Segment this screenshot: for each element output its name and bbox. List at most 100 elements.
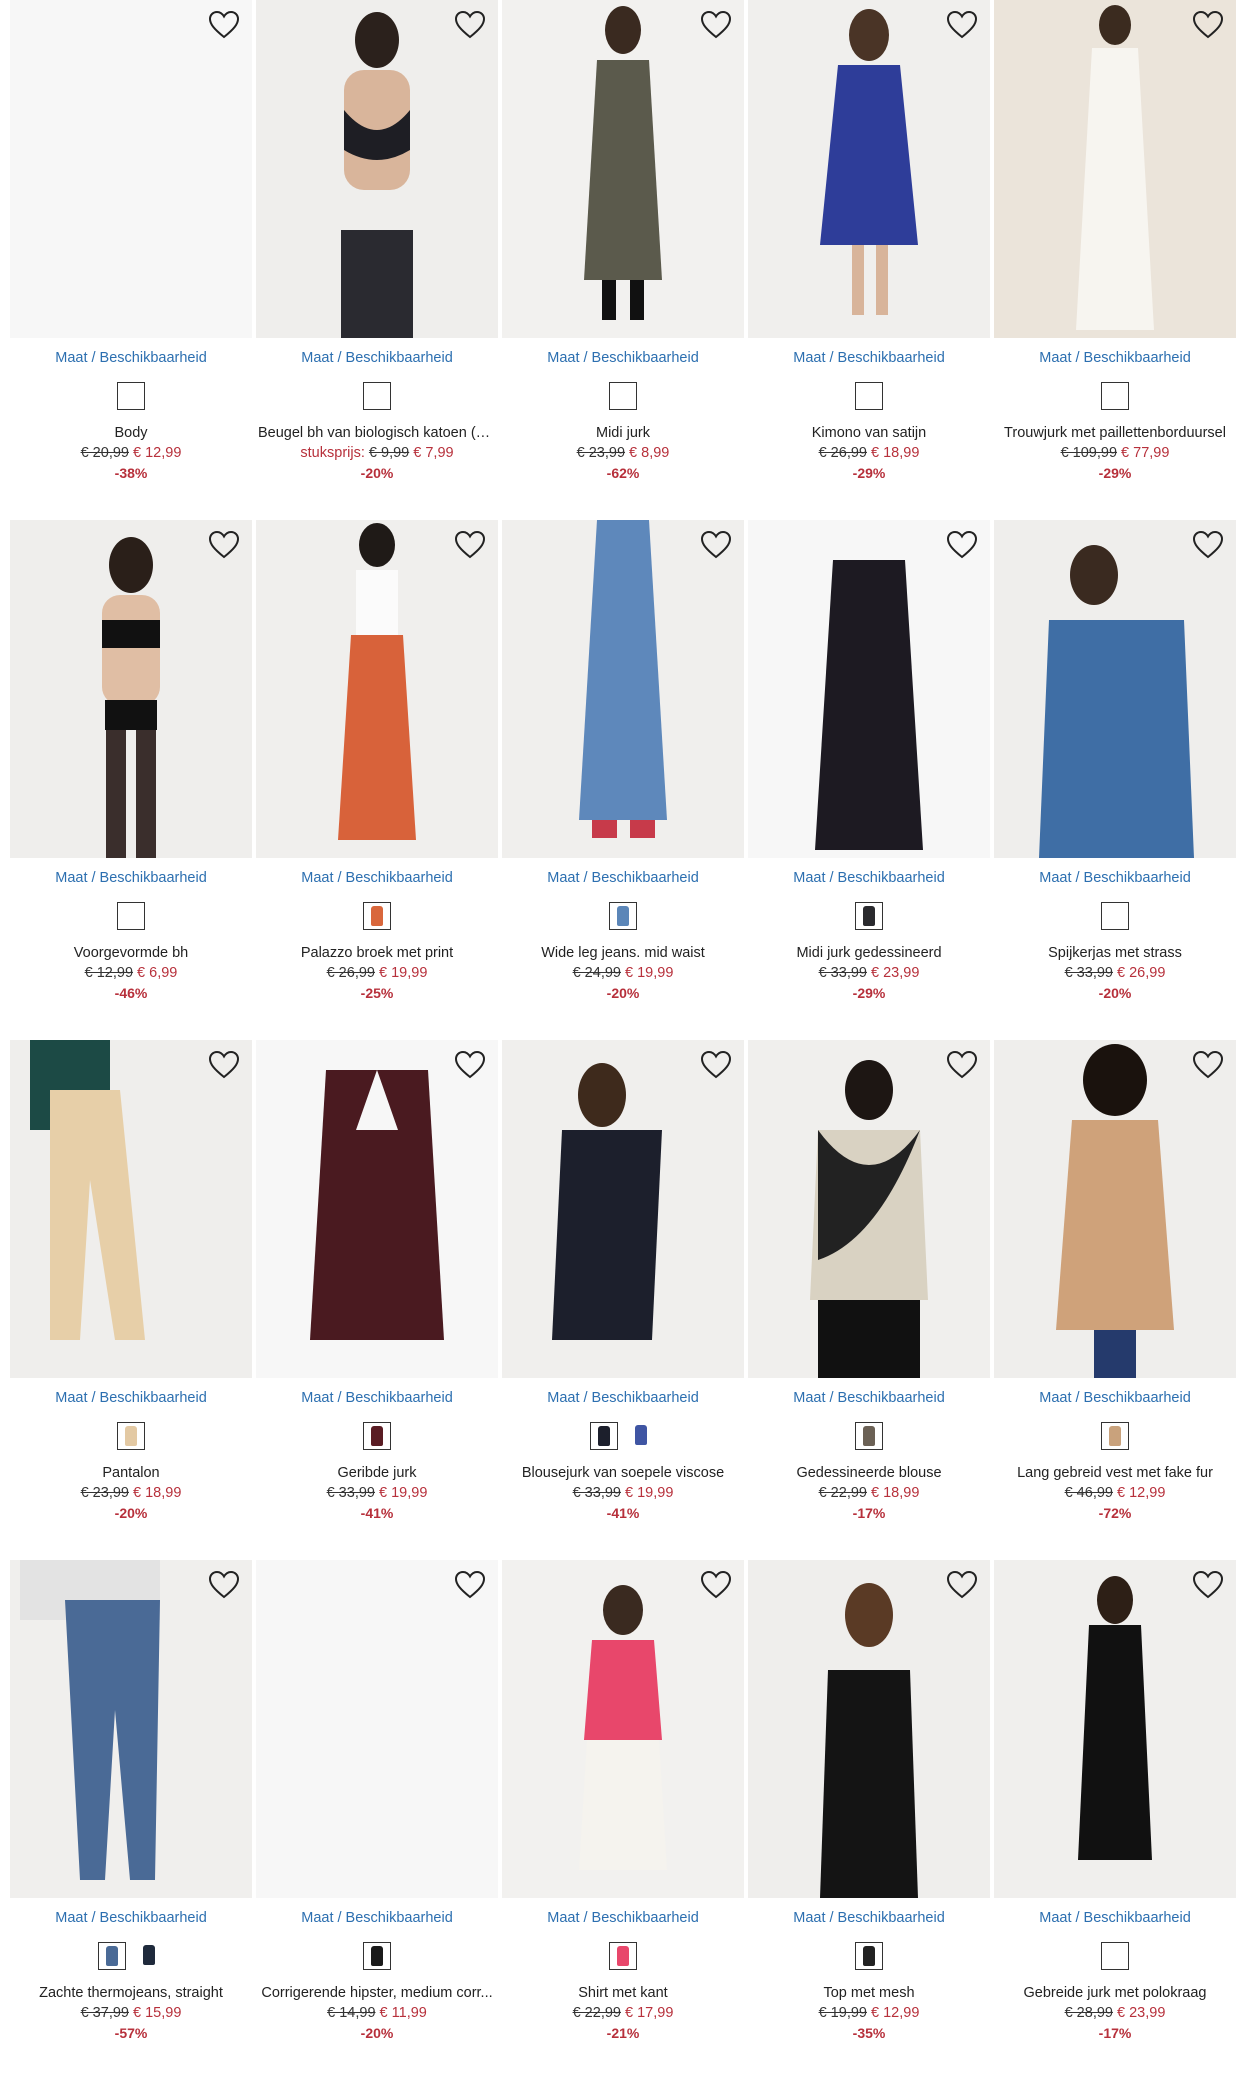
product-name[interactable]: Kimono van satijn xyxy=(750,425,988,441)
product-image[interactable] xyxy=(502,1040,744,1378)
color-swatch[interactable] xyxy=(855,902,883,930)
heart-icon[interactable] xyxy=(208,1050,240,1080)
heart-icon[interactable] xyxy=(946,1050,978,1080)
size-availability-link[interactable]: Maat / Beschikbaarheid xyxy=(256,1390,498,1406)
product-card[interactable]: Maat / Beschikbaarheid Spijkerjas met str… xyxy=(994,520,1236,1040)
product-name[interactable]: Top met mesh xyxy=(750,1985,988,2001)
product-image[interactable] xyxy=(994,520,1236,858)
product-name[interactable]: Blousejurk van soepele viscose xyxy=(504,1465,742,1481)
size-availability-link[interactable]: Maat / Beschikbaarheid xyxy=(994,1390,1236,1406)
heart-icon[interactable] xyxy=(208,1570,240,1600)
color-swatch[interactable] xyxy=(363,1422,391,1450)
color-swatch[interactable] xyxy=(1101,1422,1129,1450)
size-availability-link[interactable]: Maat / Beschikbaarheid xyxy=(748,870,990,886)
heart-icon[interactable] xyxy=(1192,530,1224,560)
heart-icon[interactable] xyxy=(208,530,240,560)
product-name[interactable]: Pantalon xyxy=(12,1465,250,1481)
product-image[interactable] xyxy=(748,1040,990,1378)
product-card[interactable]: Maat / Beschikbaarheid Pantalon € 23,99 € … xyxy=(10,1040,252,1560)
color-swatch[interactable] xyxy=(590,1422,618,1450)
heart-icon[interactable] xyxy=(454,1570,486,1600)
size-availability-link[interactable]: Maat / Beschikbaarheid xyxy=(256,350,498,366)
size-availability-link[interactable]: Maat / Beschikbaarheid xyxy=(748,1390,990,1406)
size-availability-link[interactable]: Maat / Beschikbaarheid xyxy=(256,1910,498,1926)
product-image[interactable] xyxy=(256,1040,498,1378)
size-availability-link[interactable]: Maat / Beschikbaarheid xyxy=(994,870,1236,886)
product-card[interactable]: Maat / Beschikbaarheid Midi jurk € 23,99 €… xyxy=(502,0,744,520)
product-image[interactable] xyxy=(256,520,498,858)
color-swatch[interactable] xyxy=(855,1942,883,1970)
product-image[interactable] xyxy=(10,1560,252,1898)
product-card[interactable]: Maat / Beschikbaarheid Blousejurk van soe… xyxy=(502,1040,744,1560)
size-availability-link[interactable]: Maat / Beschikbaarheid xyxy=(748,350,990,366)
product-name[interactable]: Midi jurk xyxy=(504,425,742,441)
color-swatch[interactable] xyxy=(855,382,883,410)
product-image[interactable] xyxy=(502,0,744,338)
product-name[interactable]: Palazzo broek met print xyxy=(258,945,496,961)
product-card[interactable]: Maat / Beschikbaarheid Midi jurk gedessin… xyxy=(748,520,990,1040)
product-name[interactable]: Gebreide jurk met polokraag xyxy=(996,1985,1234,2001)
product-image[interactable] xyxy=(748,1560,990,1898)
product-image[interactable] xyxy=(994,1560,1236,1898)
product-name[interactable]: Shirt met kant xyxy=(504,1985,742,2001)
product-image[interactable] xyxy=(256,1560,498,1898)
heart-icon[interactable] xyxy=(454,10,486,40)
heart-icon[interactable] xyxy=(208,10,240,40)
color-swatch[interactable] xyxy=(117,1422,145,1450)
product-card[interactable]: Maat / Beschikbaarheid Zachte thermojeans… xyxy=(10,1560,252,2080)
color-swatch[interactable] xyxy=(628,1422,656,1450)
color-swatch[interactable] xyxy=(363,902,391,930)
heart-icon[interactable] xyxy=(1192,10,1224,40)
product-image[interactable] xyxy=(748,520,990,858)
product-card[interactable]: Maat / Beschikbaarheid Top met mesh € 19,9… xyxy=(748,1560,990,2080)
color-swatch[interactable] xyxy=(609,1942,637,1970)
color-swatch[interactable] xyxy=(98,1942,126,1970)
heart-icon[interactable] xyxy=(454,1050,486,1080)
product-image[interactable] xyxy=(502,520,744,858)
product-image[interactable] xyxy=(502,1560,744,1898)
product-name[interactable]: Corrigerende hipster, medium corr... xyxy=(258,1985,496,2001)
size-availability-link[interactable]: Maat / Beschikbaarheid xyxy=(748,1910,990,1926)
product-name[interactable]: Trouwjurk met paillettenborduursel xyxy=(996,425,1234,441)
size-availability-link[interactable]: Maat / Beschikbaarheid xyxy=(10,1390,252,1406)
size-availability-link[interactable]: Maat / Beschikbaarheid xyxy=(10,350,252,366)
heart-icon[interactable] xyxy=(700,1570,732,1600)
heart-icon[interactable] xyxy=(700,1050,732,1080)
size-availability-link[interactable]: Maat / Beschikbaarheid xyxy=(994,1910,1236,1926)
product-name[interactable]: Beugel bh van biologisch katoen (se... xyxy=(258,425,496,441)
heart-icon[interactable] xyxy=(946,1570,978,1600)
color-swatch[interactable] xyxy=(363,1942,391,1970)
heart-icon[interactable] xyxy=(946,10,978,40)
heart-icon[interactable] xyxy=(946,530,978,560)
product-card[interactable]: Maat / Beschikbaarheid Geribde jurk € 33,9… xyxy=(256,1040,498,1560)
product-card[interactable]: Maat / Beschikbaarheid Gedessineerde blou… xyxy=(748,1040,990,1560)
color-swatch[interactable] xyxy=(117,382,145,410)
product-image[interactable] xyxy=(256,0,498,338)
product-card[interactable]: Maat / Beschikbaarheid Lang gebreid vest … xyxy=(994,1040,1236,1560)
product-image[interactable] xyxy=(748,0,990,338)
product-name[interactable]: Voorgevormde bh xyxy=(12,945,250,961)
size-availability-link[interactable]: Maat / Beschikbaarheid xyxy=(994,350,1236,366)
product-card[interactable]: Maat / Beschikbaarheid Corrigerende hipst… xyxy=(256,1560,498,2080)
product-card[interactable]: Maat / Beschikbaarheid Voorgevormde bh € 1… xyxy=(10,520,252,1040)
size-availability-link[interactable]: Maat / Beschikbaarheid xyxy=(502,350,744,366)
product-image[interactable] xyxy=(994,1040,1236,1378)
product-name[interactable]: Zachte thermojeans, straight xyxy=(12,1985,250,2001)
size-availability-link[interactable]: Maat / Beschikbaarheid xyxy=(256,870,498,886)
product-name[interactable]: Midi jurk gedessineerd xyxy=(750,945,988,961)
product-card[interactable]: Maat / Beschikbaarheid Shirt met kant € 22… xyxy=(502,1560,744,2080)
heart-icon[interactable] xyxy=(454,530,486,560)
color-swatch[interactable] xyxy=(363,382,391,410)
product-name[interactable]: Geribde jurk xyxy=(258,1465,496,1481)
color-swatch[interactable] xyxy=(1101,902,1129,930)
product-image[interactable] xyxy=(10,1040,252,1378)
product-card[interactable]: Maat / Beschikbaarheid Body € 20,99 € 12,9… xyxy=(10,0,252,520)
product-card[interactable]: Maat / Beschikbaarheid Trouwjurk met pail… xyxy=(994,0,1236,520)
color-swatch[interactable] xyxy=(117,902,145,930)
heart-icon[interactable] xyxy=(1192,1570,1224,1600)
product-card[interactable]: Maat / Beschikbaarheid Gebreide jurk met … xyxy=(994,1560,1236,2080)
size-availability-link[interactable]: Maat / Beschikbaarheid xyxy=(10,1910,252,1926)
product-card[interactable]: Maat / Beschikbaarheid Beugel bh van biol… xyxy=(256,0,498,520)
color-swatch[interactable] xyxy=(1101,1942,1129,1970)
color-swatch[interactable] xyxy=(136,1942,164,1970)
